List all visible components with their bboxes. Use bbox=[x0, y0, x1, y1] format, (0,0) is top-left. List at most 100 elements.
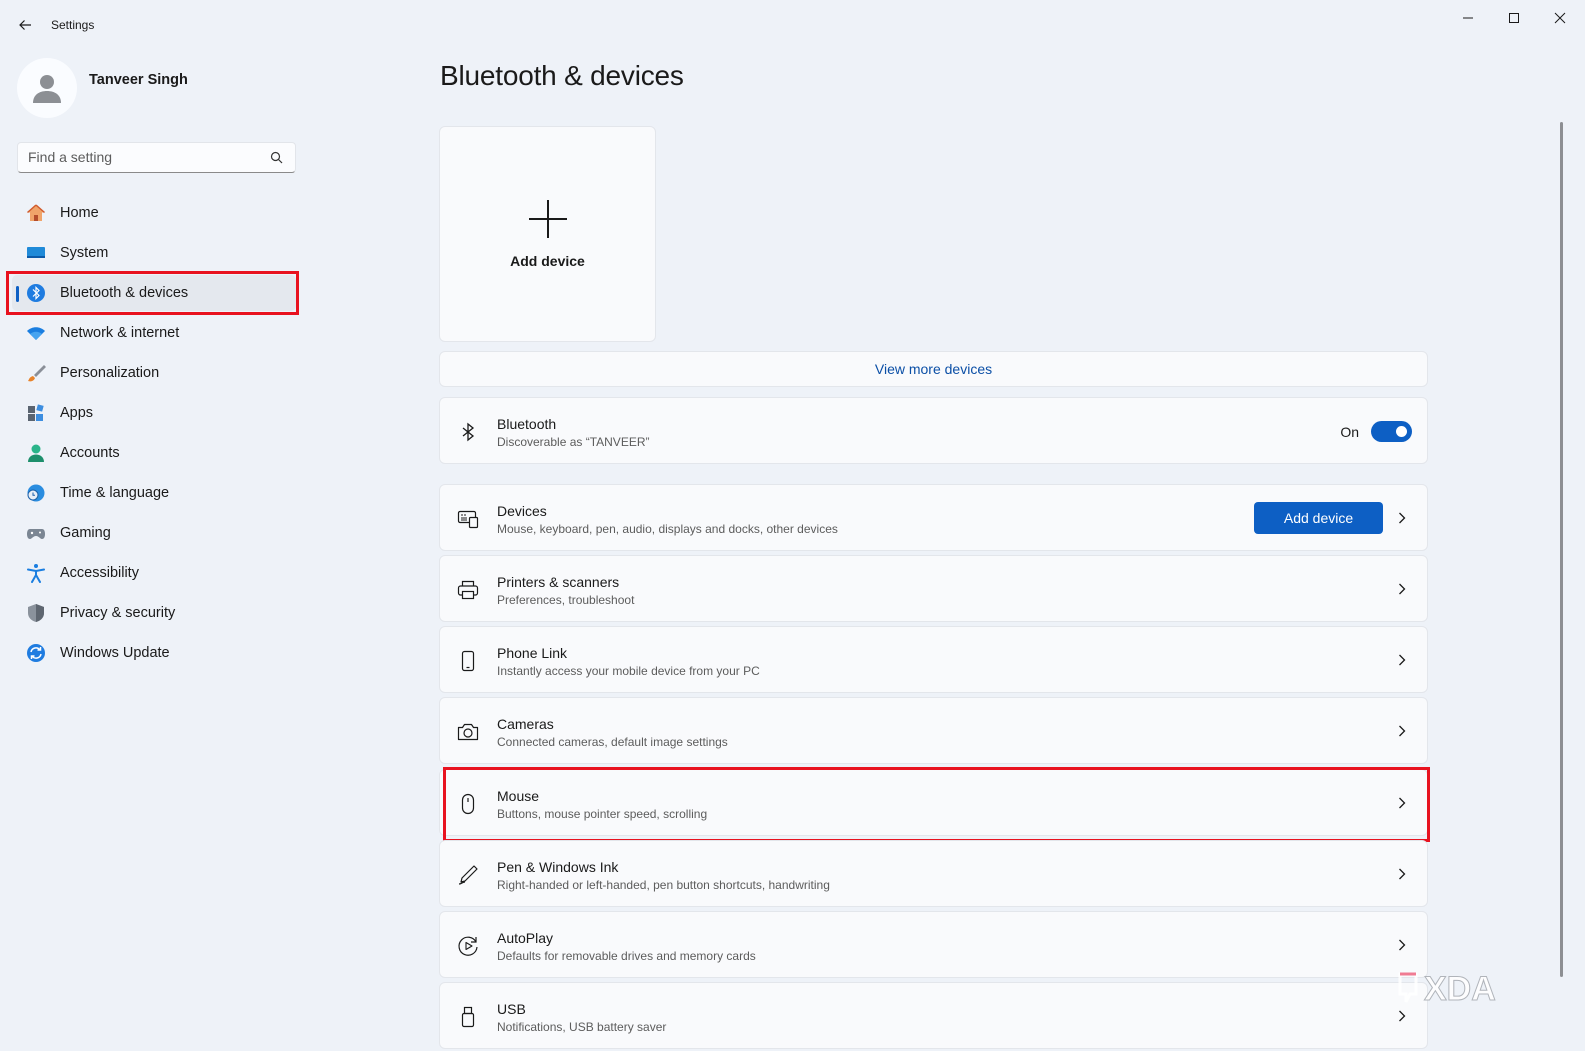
usb-icon bbox=[461, 1006, 475, 1028]
autoplay-title: AutoPlay bbox=[497, 930, 554, 946]
devices-row[interactable]: Devices Mouse, keyboard, pen, audio, dis… bbox=[439, 484, 1428, 551]
bluetooth-icon bbox=[462, 422, 475, 442]
update-icon bbox=[27, 644, 45, 662]
sidebar-item-windows-update[interactable]: Windows Update bbox=[12, 635, 296, 671]
pen-windows-ink-row[interactable]: Pen & Windows Ink Right-handed or left-h… bbox=[439, 840, 1428, 907]
sidebar-item-label: Personalization bbox=[60, 365, 160, 381]
search-icon[interactable] bbox=[270, 151, 283, 164]
sidebar-item-home[interactable]: Home bbox=[12, 195, 296, 231]
apps-icon bbox=[28, 404, 44, 421]
sidebar-item-accounts[interactable]: Accounts bbox=[12, 435, 296, 471]
add-device-tile[interactable]: Add device bbox=[439, 126, 656, 342]
phone-link-title: Phone Link bbox=[497, 645, 568, 661]
bluetooth-row: Bluetooth Discoverable as “TANVEER” On bbox=[439, 397, 1428, 464]
sidebar-item-label: Time & language bbox=[60, 485, 170, 501]
sidebar-item-accessibility[interactable]: Accessibility bbox=[12, 555, 296, 591]
autoplay-row[interactable]: AutoPlay Defaults for removable drives a… bbox=[439, 911, 1428, 978]
pen-subtitle: Right-handed or left-handed, pen button … bbox=[497, 878, 830, 892]
phone-link-row[interactable]: Phone Link Instantly access your mobile … bbox=[439, 626, 1428, 693]
add-device-button[interactable]: Add device bbox=[1254, 502, 1383, 534]
pen-title: Pen & Windows Ink bbox=[497, 859, 619, 875]
sidebar-item-apps[interactable]: Apps bbox=[12, 395, 296, 431]
minimize-icon bbox=[1463, 17, 1473, 19]
avatar[interactable] bbox=[17, 58, 77, 118]
page-title: Bluetooth & devices bbox=[440, 60, 684, 91]
back-button[interactable] bbox=[12, 12, 38, 38]
cameras-title: Cameras bbox=[497, 716, 554, 732]
bluetooth-toggle[interactable] bbox=[1371, 421, 1412, 442]
user-name: Tanveer Singh bbox=[89, 72, 188, 88]
highlight-box-mouse bbox=[443, 767, 1430, 842]
devices-title: Devices bbox=[497, 503, 547, 519]
sidebar-item-label: Apps bbox=[60, 405, 94, 421]
maximize-button[interactable] bbox=[1494, 6, 1534, 30]
bluetooth-title: Bluetooth bbox=[497, 416, 557, 432]
sidebar-item-label: Gaming bbox=[60, 525, 111, 541]
shield-icon bbox=[28, 604, 44, 622]
view-more-devices-link[interactable]: View more devices bbox=[439, 351, 1428, 387]
gamepad-icon bbox=[27, 529, 45, 539]
sidebar-item-label: Home bbox=[60, 205, 99, 221]
sidebar-item-personalization[interactable]: Personalization bbox=[12, 355, 296, 391]
home-icon bbox=[27, 204, 45, 221]
sidebar-item-system[interactable]: System bbox=[12, 235, 296, 271]
cameras-row[interactable]: Cameras Connected cameras, default image… bbox=[439, 697, 1428, 764]
devices-subtitle: Mouse, keyboard, pen, audio, displays an… bbox=[497, 522, 838, 536]
sidebar-nav: Home System Bluetooth & devices Network … bbox=[12, 195, 296, 675]
highlight-box-nav bbox=[6, 271, 299, 315]
devices-icon bbox=[457, 510, 479, 529]
chevron-right-icon bbox=[1399, 583, 1406, 595]
autoplay-icon bbox=[458, 936, 478, 956]
time-language-icon bbox=[27, 484, 45, 502]
chevron-right-icon bbox=[1399, 1010, 1406, 1022]
bluetooth-subtitle: Discoverable as “TANVEER” bbox=[497, 435, 650, 449]
sidebar-item-label: Accessibility bbox=[60, 565, 139, 581]
usb-row[interactable]: USB Notifications, USB battery saver bbox=[439, 982, 1428, 1049]
app-title: Settings bbox=[51, 18, 95, 32]
xda-watermark-text: XDA bbox=[1424, 970, 1496, 1008]
maximize-icon bbox=[1509, 13, 1519, 23]
chevron-right-icon bbox=[1399, 654, 1406, 666]
chevron-right-icon bbox=[1399, 868, 1406, 880]
printers-scanners-row[interactable]: Printers & scanners Preferences, trouble… bbox=[439, 555, 1428, 622]
sidebar-item-time-language[interactable]: Time & language bbox=[12, 475, 296, 511]
phone-link-subtitle: Instantly access your mobile device from… bbox=[497, 664, 760, 678]
cameras-subtitle: Connected cameras, default image setting… bbox=[497, 735, 728, 749]
wifi-icon bbox=[27, 327, 45, 340]
system-icon bbox=[27, 247, 45, 258]
brush-icon bbox=[28, 365, 46, 382]
chevron-right-icon bbox=[1399, 725, 1406, 737]
sidebar-item-gaming[interactable]: Gaming bbox=[12, 515, 296, 551]
sidebar-item-network[interactable]: Network & internet bbox=[12, 315, 296, 351]
plus-icon bbox=[528, 200, 567, 238]
close-icon bbox=[1554, 12, 1566, 24]
scrollbar[interactable] bbox=[1560, 122, 1563, 977]
printer-icon bbox=[457, 580, 479, 600]
sidebar-item-privacy-security[interactable]: Privacy & security bbox=[12, 595, 296, 631]
printers-title: Printers & scanners bbox=[497, 574, 620, 590]
sidebar-item-label: Accounts bbox=[60, 445, 120, 461]
chevron-right-icon bbox=[1399, 939, 1406, 951]
autoplay-subtitle: Defaults for removable drives and memory… bbox=[497, 949, 756, 963]
bluetooth-toggle-label: On bbox=[1340, 424, 1359, 440]
sidebar-item-label: Network & internet bbox=[60, 325, 180, 341]
phone-icon bbox=[461, 650, 475, 672]
close-button[interactable] bbox=[1540, 6, 1580, 30]
chevron-right-icon bbox=[1399, 512, 1406, 524]
xda-watermark-logo: XDA bbox=[1398, 970, 1496, 1009]
pen-icon bbox=[458, 865, 478, 885]
accounts-icon bbox=[28, 444, 44, 462]
sidebar-item-label: Windows Update bbox=[60, 645, 170, 661]
printers-subtitle: Preferences, troubleshoot bbox=[497, 593, 635, 607]
search-box[interactable] bbox=[17, 142, 296, 173]
sidebar-item-label: Privacy & security bbox=[60, 605, 176, 621]
search-input[interactable] bbox=[28, 149, 258, 165]
camera-icon bbox=[457, 723, 479, 741]
sidebar-item-label: System bbox=[60, 245, 109, 261]
title-bar: Settings bbox=[0, 0, 1585, 48]
back-arrow-icon bbox=[19, 20, 31, 30]
add-device-tile-label: Add device bbox=[510, 253, 585, 269]
minimize-button[interactable] bbox=[1448, 6, 1488, 30]
accessibility-icon bbox=[27, 564, 45, 583]
usb-subtitle: Notifications, USB battery saver bbox=[497, 1020, 667, 1034]
